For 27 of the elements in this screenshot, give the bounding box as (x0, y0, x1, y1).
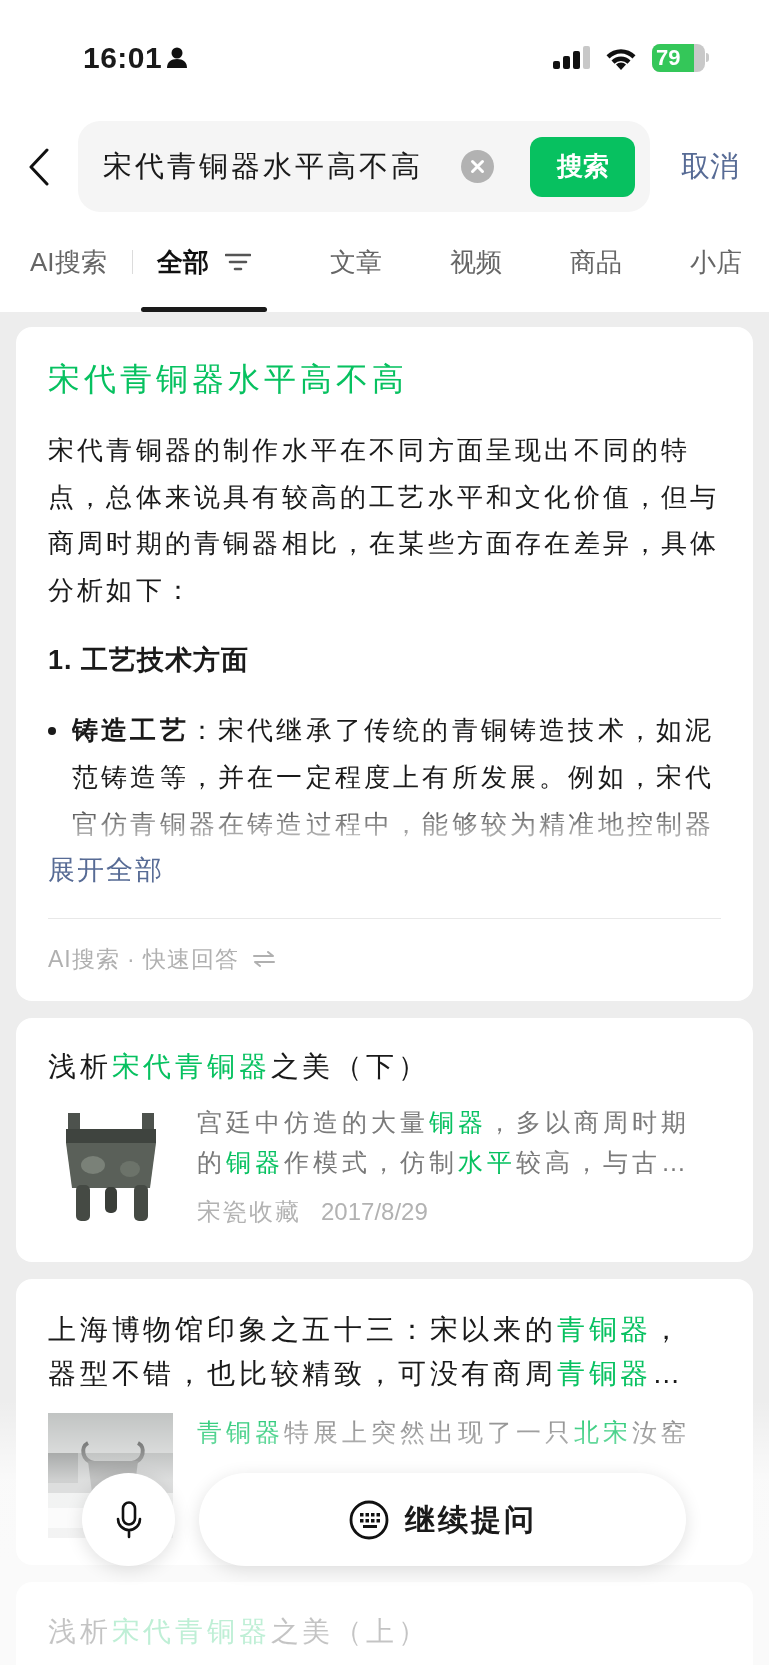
tab[interactable]: 全部 (140, 212, 267, 312)
result-date: 2017/8/29 (321, 1197, 428, 1228)
back-icon[interactable] (28, 147, 50, 186)
signal-icon (553, 46, 590, 69)
status-time: 16:01 (83, 40, 163, 76)
tab[interactable]: 文章 (313, 212, 398, 312)
tab[interactable]: 视频 (433, 212, 518, 312)
switch-icon[interactable] (253, 951, 276, 968)
answer-heading: 1. 工艺技术方面 (48, 644, 251, 678)
microphone-icon (115, 1500, 142, 1539)
filter-icon[interactable] (224, 253, 251, 271)
result-snippet: 青铜器特展上突然出现了一只 北宋汝窑 (197, 1417, 691, 1449)
result-source: 宋瓷收藏 (197, 1197, 301, 1228)
cancel-button[interactable]: 取消 (650, 144, 769, 189)
answer-source: AI搜索 · 快速回答 (48, 944, 240, 974)
result-snippet: 宫廷中仿造的大量铜器，多以商周时期的 铜器作模式，仿制水平较高，与古… (197, 1107, 691, 1178)
tab[interactable]: 小店 (673, 212, 758, 312)
result-card[interactable]: 浅析 宋代青铜器之美（下） 宫廷中仿造的大量铜器，多以商周时期的 铜器作模式，仿制水平较高，与古… 宋瓷收藏 2017/8/29 (16, 1018, 753, 1263)
tab[interactable]: AI搜索 (14, 212, 123, 312)
person-icon (167, 46, 188, 69)
result-title[interactable]: 浅析 宋代青铜器之美（下） (48, 1045, 708, 1090)
ask-button[interactable]: 继续提问 (199, 1473, 686, 1566)
keyboard-icon (348, 1499, 389, 1540)
result-title[interactable]: 上海博物馆印象之五十三：宋以来的 青铜器，器型不错，也比较精致，可没有商周 青铜器… (48, 1308, 708, 1397)
tab[interactable]: 商品 (553, 212, 638, 312)
answer-paragraph: 宋代青铜器的制作水平在不同方面呈现出不同的特点，总体来说具有较高的工艺水平和文化价值，但与商周时期的青铜器相比，在某些方面存在差异，具体分析如下： (48, 434, 721, 607)
expand-link[interactable]: 展开全部 (48, 847, 164, 894)
